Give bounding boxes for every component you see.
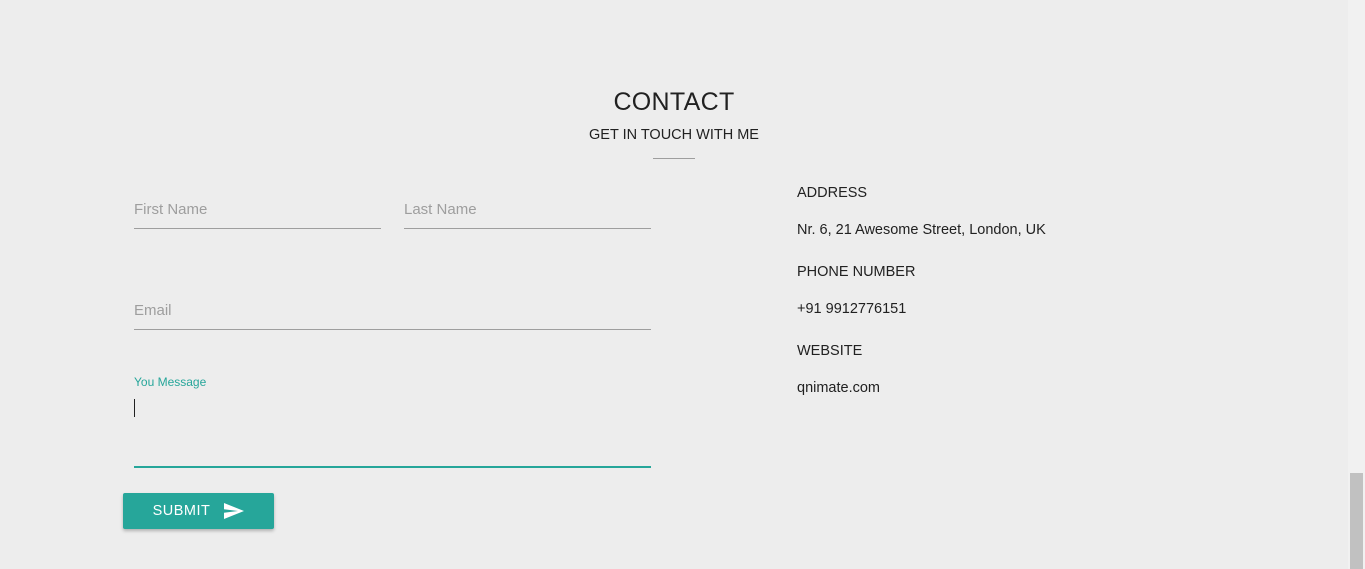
- first-name-field-wrapper: [134, 190, 381, 230]
- address-heading: ADDRESS: [797, 185, 868, 201]
- last-name-input[interactable]: [404, 190, 651, 229]
- last-name-field-wrapper: [404, 190, 651, 230]
- message-field-wrapper: You Message: [134, 372, 651, 468]
- submit-button[interactable]: SUBMIT: [123, 493, 274, 529]
- section-title: CONTACT: [613, 88, 735, 116]
- submit-button-label: SUBMIT: [152, 503, 211, 519]
- section-subtitle: GET IN TOUCH WITH ME: [589, 127, 759, 143]
- website-value: qnimate.com: [797, 380, 881, 396]
- text-caret: [134, 399, 135, 417]
- email-field-wrapper: [134, 291, 651, 331]
- phone-heading: PHONE NUMBER: [797, 264, 916, 280]
- title-divider: [653, 158, 695, 159]
- address-value: Nr. 6, 21 Awesome Street, London, UK: [797, 222, 1046, 238]
- send-icon: [224, 503, 245, 519]
- contact-page: CONTACT GET IN TOUCH WITH ME You Message…: [0, 0, 1365, 569]
- website-heading: WEBSITE: [797, 343, 863, 359]
- message-textarea[interactable]: [134, 394, 651, 468]
- email-input[interactable]: [134, 291, 651, 330]
- scrollbar-thumb[interactable]: [1350, 473, 1363, 569]
- phone-value: +91 9912776151: [797, 301, 907, 317]
- first-name-input[interactable]: [134, 190, 381, 229]
- message-label: You Message: [134, 375, 207, 389]
